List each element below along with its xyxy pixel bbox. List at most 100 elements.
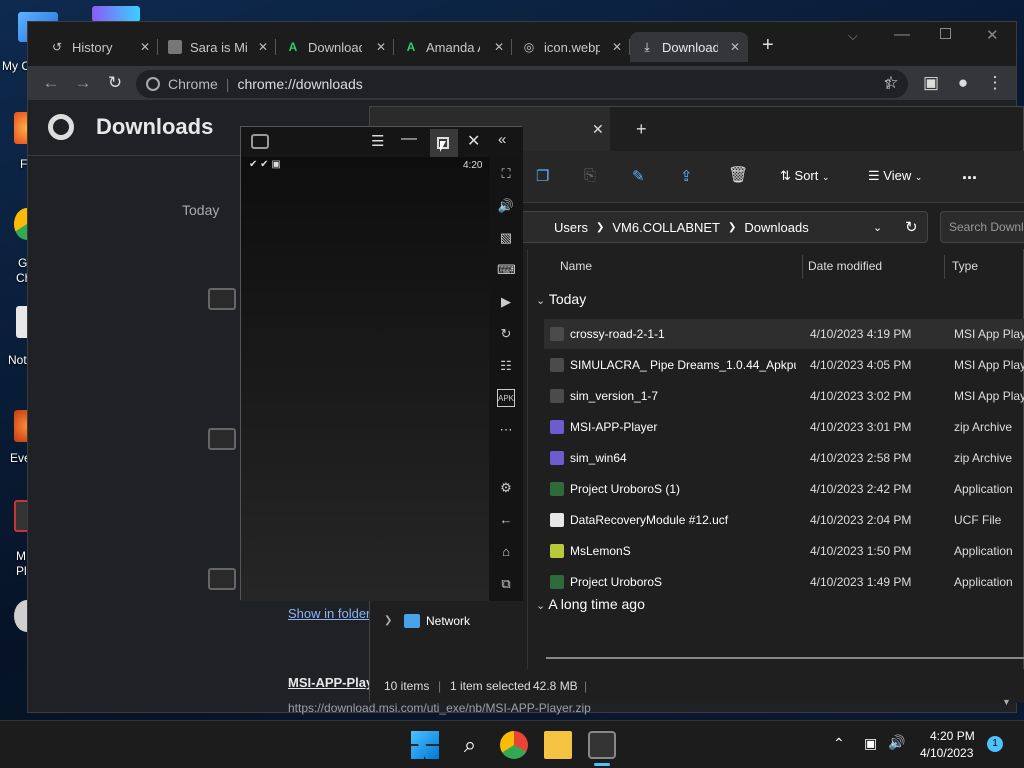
tab-image[interactable]: Sara is Mis ✕ <box>158 32 276 62</box>
tab-icon-webp[interactable]: ◎ icon.webp ✕ <box>512 32 630 62</box>
show-hidden-icons[interactable]: ⌃ <box>833 735 845 752</box>
rename-icon[interactable]: ✎ <box>632 167 645 185</box>
maximize-button[interactable] <box>430 129 458 157</box>
status-check-icon: ✔ ✔ ▣ <box>249 159 281 170</box>
column-date-modified[interactable]: Date modified <box>808 249 882 283</box>
msi-player-taskbar-icon[interactable] <box>588 731 616 759</box>
breadcrumb-downloads[interactable]: Downloads <box>744 220 808 235</box>
tab-close-icon[interactable]: ✕ <box>494 40 504 54</box>
fullscreen-icon[interactable]: ⛶ <box>497 165 515 183</box>
tab-close-icon[interactable]: ✕ <box>612 40 622 54</box>
back-icon[interactable]: ← <box>497 511 515 529</box>
forward-icon[interactable]: → <box>72 72 94 94</box>
clock-date[interactable]: 4/10/2023 <box>920 746 973 760</box>
file-row[interactable]: SIMULACRA_ Pipe Dreams_1.0.44_Apkpure 4/1… <box>544 350 1024 380</box>
home-icon[interactable]: ⌂ <box>497 543 515 561</box>
globe-icon: ◎ <box>523 40 535 54</box>
volume-tray-icon[interactable]: 🔊 <box>888 734 905 751</box>
bookmark-star-icon[interactable]: ☆ <box>880 72 902 94</box>
view-icon: ☰ <box>868 168 880 183</box>
collapse-sidebar-icon[interactable]: « <box>498 131 506 148</box>
tab-close-icon[interactable]: ✕ <box>730 40 740 54</box>
rotate-icon[interactable]: ↻ <box>497 325 515 343</box>
multi-instance-icon[interactable]: ☷ <box>497 357 515 375</box>
side-panel-icon[interactable]: ▣ <box>920 72 942 94</box>
more-icon[interactable]: ⋯ <box>497 421 515 439</box>
tab-apkpure-download[interactable]: A Download ✕ <box>276 32 394 62</box>
breadcrumb-users[interactable]: Users <box>554 220 588 235</box>
omnibox[interactable]: Chrome | chrome://downloads ⇧ <box>136 70 908 98</box>
tab-close-icon[interactable]: ✕ <box>140 40 150 54</box>
tab-history[interactable]: ↺ History ✕ <box>40 32 158 62</box>
chevron-down-icon[interactable]: ⌄ <box>873 221 882 234</box>
close-tab-icon[interactable]: ✕ <box>592 121 604 138</box>
paste-icon[interactable]: ⎘ <box>584 167 596 184</box>
notification-badge[interactable]: 1 <box>987 736 1003 752</box>
tab-search-icon[interactable]: ⌵ <box>848 28 858 44</box>
scroll-down-icon[interactable]: ▼ <box>1002 697 1011 707</box>
file-row[interactable]: sim_win64 4/10/2023 2:58 PM zip Archive <box>544 443 1024 473</box>
refresh-icon[interactable]: ↻ <box>905 218 918 236</box>
column-name[interactable]: Name <box>560 249 592 283</box>
maximize-icon[interactable] <box>940 28 951 39</box>
reload-icon[interactable]: ↻ <box>104 72 126 94</box>
more-options-button[interactable]: ... <box>962 163 977 184</box>
file-icon <box>550 389 564 403</box>
search-icon[interactable]: ⌕ <box>456 731 484 759</box>
minimize-icon[interactable]: — <box>401 130 417 148</box>
file-explorer-taskbar-icon[interactable] <box>544 731 572 759</box>
file-row[interactable]: Project UroboroS (1) 4/10/2023 2:42 PM App… <box>544 474 1024 504</box>
file-name: crossy-road-2-1-1 <box>570 327 665 341</box>
new-tab-button[interactable]: + <box>762 34 774 57</box>
volume-icon[interactable]: 🔊 <box>497 197 515 215</box>
menu-kebab-icon[interactable]: ⋮ <box>984 72 1006 94</box>
group-today[interactable]: ⌄ Today <box>536 287 586 311</box>
file-row[interactable]: crossy-road-2-1-1 4/10/2023 4:19 PM MSI Ap… <box>544 319 1024 349</box>
install-apk-icon[interactable]: APK <box>497 389 515 407</box>
copy-icon[interactable]: ❐ <box>536 167 549 185</box>
tab-downloads[interactable]: ⤓ Download ✕ <box>630 32 748 62</box>
minimize-icon[interactable]: — <box>894 26 910 44</box>
group-long-ago[interactable]: ⌄ A long time ago <box>536 592 645 616</box>
show-in-folder-link[interactable]: Show in folder <box>288 606 370 621</box>
search-downloads-input[interactable]: Search Downlo <box>940 211 1024 243</box>
sort-button[interactable]: ⇅ Sort ⌄ <box>780 168 830 184</box>
address-path[interactable]: Users ❯ VM6.COLLABNET ❯ Downloads ⌄ ↻ <box>518 211 928 243</box>
screen-record-icon[interactable]: ▧ <box>497 229 515 247</box>
clock-time[interactable]: 4:20 PM <box>930 729 975 743</box>
file-row[interactable]: DataRecoveryModule #12.ucf 4/10/2023 2:04… <box>544 505 1024 535</box>
close-window-icon[interactable]: ✕ <box>986 26 999 44</box>
keyboard-icon[interactable]: ⌨ <box>497 261 516 279</box>
column-type[interactable]: Type <box>952 249 978 283</box>
recent-apps-icon[interactable]: ⧉ <box>497 575 515 593</box>
start-menu-icon[interactable] <box>411 731 439 759</box>
chevron-right-icon[interactable]: ❯ <box>384 615 392 626</box>
hamburger-menu-icon[interactable]: ☰ <box>371 132 384 150</box>
file-row[interactable]: MsLemonS 4/10/2023 1:50 PM Application <box>544 536 1024 566</box>
profile-avatar-icon[interactable]: ● <box>952 72 974 94</box>
tab-close-icon[interactable]: ✕ <box>258 40 268 54</box>
back-icon[interactable]: ← <box>40 72 62 94</box>
msi-app-player-window: ☰ — ✕ « ✔ ✔ ▣ 4:20 ⛶ 🔊 ▧ ⌨ ▶ ↻ ☷ APK ⋯ ⚙… <box>240 126 523 601</box>
file-row[interactable]: MSI-APP-Player 4/10/2023 3:01 PM zip Archi… <box>544 412 1024 442</box>
network-icon <box>404 614 420 628</box>
chrome-taskbar-icon[interactable] <box>500 731 528 759</box>
macro-icon[interactable]: ▶ <box>497 293 515 311</box>
network-tray-icon[interactable]: ▣ <box>864 735 877 752</box>
tab-close-icon[interactable]: ✕ <box>376 40 386 54</box>
horizontal-scrollbar[interactable] <box>546 657 1024 659</box>
file-row[interactable]: sim_version_1-7 4/10/2023 3:02 PM MSI App … <box>544 381 1024 411</box>
new-tab-icon[interactable]: + <box>636 119 647 140</box>
close-icon[interactable]: ✕ <box>467 131 480 151</box>
download-file-link[interactable]: MSI-APP-Play <box>288 675 373 690</box>
nav-network[interactable]: Network <box>426 614 470 628</box>
settings-icon[interactable]: ⚙ <box>497 479 515 497</box>
view-button[interactable]: ☰ View ⌄ <box>868 168 922 184</box>
delete-icon[interactable]: 🗑 <box>728 165 748 185</box>
file-date: 4/10/2023 1:50 PM <box>810 544 912 558</box>
desktop-app-icon[interactable] <box>92 6 140 22</box>
tab-apkpure-amanda[interactable]: A Amanda A ✕ <box>394 32 512 62</box>
breadcrumb-user[interactable]: VM6.COLLABNET <box>612 220 720 235</box>
android-screen[interactable]: ✔ ✔ ▣ 4:20 <box>241 157 489 601</box>
share-icon[interactable]: ⇪ <box>680 167 693 185</box>
